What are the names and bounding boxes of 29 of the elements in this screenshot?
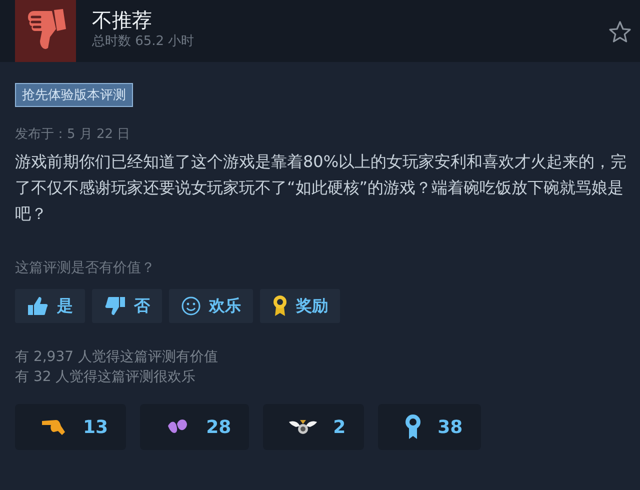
award-chip[interactable]: 28 bbox=[140, 404, 250, 450]
star-icon[interactable] bbox=[608, 20, 632, 44]
hand-icon bbox=[41, 418, 67, 436]
vote-count-text: 有 2,937 人觉得这篇评测有价值 bbox=[15, 348, 219, 367]
playtime-text: 总时数 65.2 小时 bbox=[92, 33, 196, 51]
award-count: 13 bbox=[83, 416, 108, 438]
helpful-question: 这篇评测是否有价值？ bbox=[15, 259, 156, 277]
vote-button[interactable]: 奖励 bbox=[260, 289, 340, 323]
award-chip[interactable]: 13 bbox=[15, 404, 126, 450]
vote-button[interactable]: 欢乐 bbox=[169, 289, 253, 323]
medal-icon bbox=[272, 295, 288, 317]
review-text: 游戏前期你们已经知道了这个游戏是靠着80%以上的女玩家安利和喜欢才火起来的，完了不仅不感谢玩家还要说女玩家玩不了“如此硬核”的游戏？端着碗吃饭放下碗就骂娘是吧？ bbox=[15, 151, 627, 225]
vote-button[interactable]: 否 bbox=[92, 289, 162, 323]
winged-emblem-icon bbox=[289, 417, 318, 437]
award-count: 38 bbox=[438, 416, 463, 438]
vote-button[interactable]: 是 bbox=[15, 289, 85, 323]
ribbon-award-icon bbox=[404, 414, 422, 440]
award-count: 28 bbox=[206, 416, 232, 438]
review-verdict: 不推荐 bbox=[92, 7, 153, 33]
smiley-icon bbox=[181, 296, 201, 316]
thumbs-up-icon bbox=[27, 296, 49, 316]
post-date: 发布于：5 月 22 日 bbox=[15, 126, 132, 143]
award-chip[interactable]: 2 bbox=[263, 404, 364, 450]
thumbs-down-icon bbox=[15, 0, 76, 62]
award-count: 2 bbox=[333, 416, 346, 438]
vote-count-text: 有 32 人觉得这篇评测很欢乐 bbox=[15, 368, 197, 387]
award-chip[interactable]: 38 bbox=[378, 404, 481, 450]
early-access-tag: 抢先体验版本评测 bbox=[15, 83, 133, 107]
thumbs-down-icon bbox=[104, 296, 126, 316]
